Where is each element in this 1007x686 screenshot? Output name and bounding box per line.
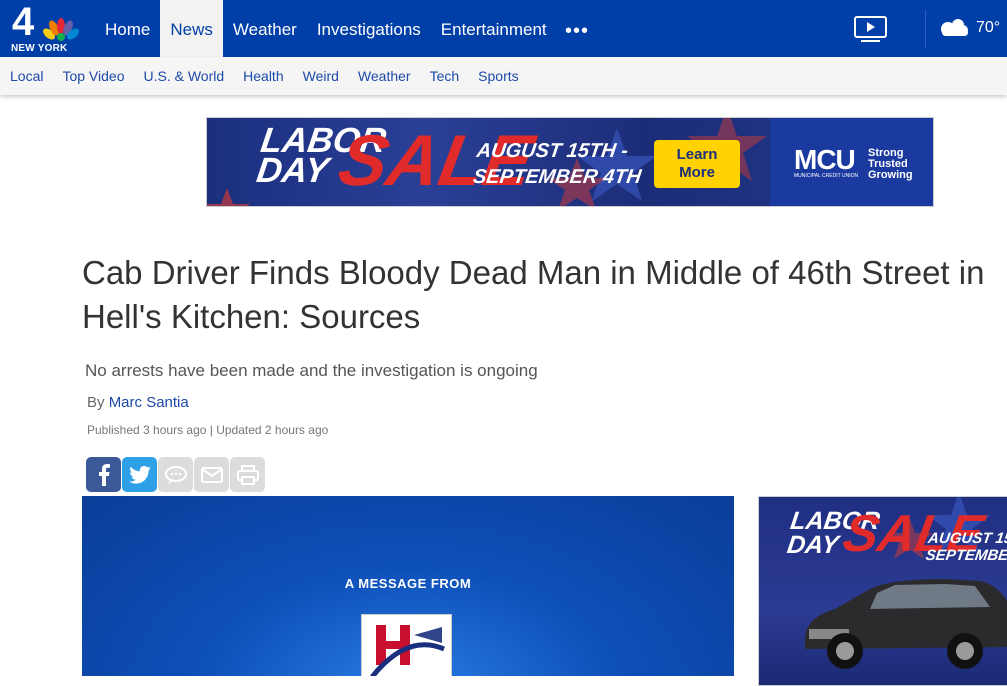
banner-ad[interactable]: LABOR DAY SALE AUGUST 15TH - SEPTEMBER 4…	[206, 117, 934, 207]
logo-city: NEW YORK	[11, 43, 68, 54]
mcu-logo: MCU	[794, 144, 856, 175]
byline-prefix: By	[87, 394, 105, 411]
peacock-icon	[43, 18, 79, 41]
side-ad-dates: AUGUST 15T SEPTEMBER	[924, 530, 1007, 564]
side-ad[interactable]: LABOR DAY SALE AUGUST 15T SEPTEMBER	[758, 496, 1007, 686]
more-menu-button[interactable]: •••	[565, 21, 589, 41]
article-headline: Cab Driver Finds Bloody Dead Man in Midd…	[82, 254, 985, 335]
subnav-item-us-world[interactable]: U.S. & World	[143, 57, 224, 95]
twitter-share-button[interactable]	[122, 457, 157, 492]
cloudy-icon	[941, 19, 968, 36]
ad-dates: AUGUST 15TH - SEPTEMBER 4TH	[471, 140, 643, 188]
mcu-sponsor-panel: MCU MUNICIPAL CREDIT UNION Strong Truste…	[770, 118, 933, 206]
tv-play-icon[interactable]	[853, 15, 889, 43]
share-bar	[86, 457, 266, 492]
subnav-item-sports[interactable]: Sports	[478, 57, 518, 95]
print-icon	[236, 464, 259, 485]
comment-button[interactable]	[158, 457, 193, 492]
nav-item-home[interactable]: Home	[95, 0, 160, 57]
nav-item-entertainment[interactable]: Entertainment	[431, 0, 557, 57]
main-nav: Home News Weather Investigations Enterta…	[95, 0, 557, 57]
video-message-text: A MESSAGE FROM	[344, 576, 472, 591]
mcu-tagline: Strong Trusted Growing	[868, 147, 913, 181]
suv-car-image	[805, 579, 1007, 669]
published-timestamp: Published 3 hours ago | Updated 2 hours …	[87, 423, 329, 437]
video-player[interactable]: A MESSAGE FROM	[82, 496, 734, 676]
nav-item-investigations[interactable]: Investigations	[307, 0, 431, 57]
subnav-item-weather[interactable]: Weather	[358, 57, 411, 95]
nav-divider	[925, 10, 926, 48]
nav-item-weather[interactable]: Weather	[223, 0, 307, 57]
subnav-item-health[interactable]: Health	[243, 57, 283, 95]
subnav-item-local[interactable]: Local	[10, 57, 43, 95]
print-button[interactable]	[230, 457, 265, 492]
top-nav-bar: 4 NEW YORK Home News Weather Investigati…	[0, 0, 1007, 57]
subnav-item-tech[interactable]: Tech	[430, 57, 460, 95]
facebook-icon	[98, 463, 110, 486]
logo-number: 4	[12, 0, 35, 44]
twitter-icon	[128, 465, 151, 484]
weather-widget[interactable]: 70°	[936, 18, 1000, 38]
facebook-share-button[interactable]	[86, 457, 121, 492]
learn-more-button[interactable]: Learn More	[654, 140, 740, 188]
hills-logo	[361, 614, 452, 676]
sub-nav: Local Top Video U.S. & World Health Weir…	[0, 57, 1007, 95]
nbc-new-york-logo[interactable]: 4 NEW YORK	[8, 0, 82, 54]
nav-item-news[interactable]: News	[160, 0, 223, 57]
subnav-item-weird[interactable]: Weird	[303, 57, 339, 95]
hills-mark-icon	[370, 625, 445, 676]
email-icon	[200, 466, 223, 483]
subnav-item-top-video[interactable]: Top Video	[62, 57, 124, 95]
email-share-button[interactable]	[194, 457, 229, 492]
temperature: 70°	[976, 19, 1001, 36]
comment-icon	[164, 465, 187, 484]
article-subhead: No arrests have been made and the invest…	[85, 361, 538, 380]
author-link[interactable]: Marc Santia	[109, 394, 189, 411]
mcu-subtitle: MUNICIPAL CREDIT UNION	[794, 173, 859, 179]
byline: By Marc Santia	[87, 393, 189, 413]
